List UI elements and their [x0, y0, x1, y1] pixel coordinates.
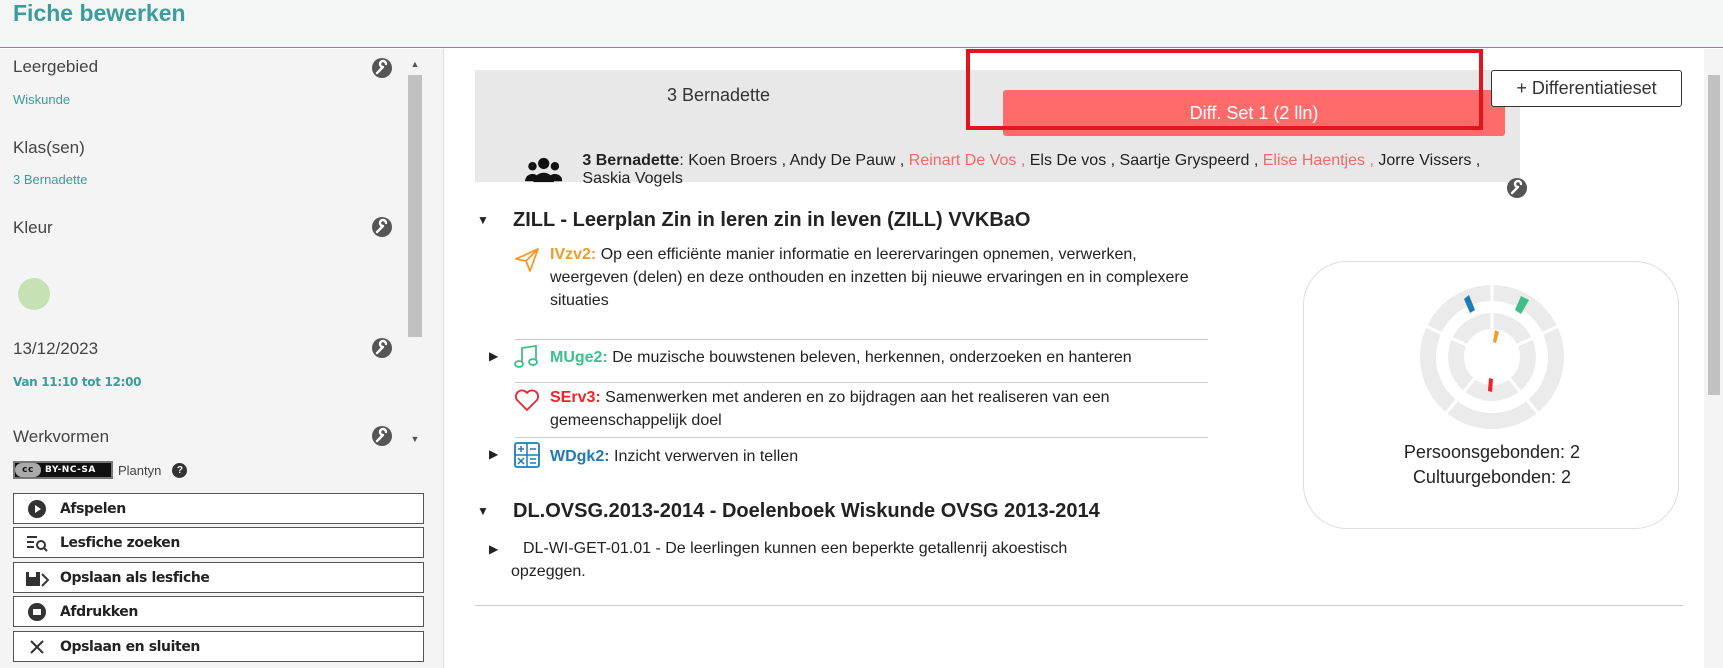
add-differentiatieset-button[interactable]: + Differentiatieset: [1491, 70, 1682, 107]
wrench-icon[interactable]: [371, 57, 393, 79]
student-name: Saartje Gryspeerd ,: [1119, 152, 1259, 169]
top-bar: Fiche bewerken: [0, 0, 1723, 48]
class-name: 3 Bernadette: [582, 152, 680, 169]
calculator-icon: [514, 442, 540, 468]
student-name-highlighted: Reinart De Vos ,: [908, 152, 1026, 169]
section-title: ZILL - Leerplan Zin in leren zin in leve…: [513, 209, 1031, 231]
print-button[interactable]: Afdrukken: [13, 596, 424, 627]
sidebar-scrollbar[interactable]: ▲ ▼: [404, 57, 422, 448]
student-name: Els De vos ,: [1029, 152, 1116, 169]
save-icon: [14, 568, 60, 588]
cultuurgebonden-label: Cultuurgebonden: 2: [1412, 467, 1572, 487]
goal-dl-wi-get: DL-WI-GET-01.01 - De leerlingen kunnen e…: [511, 540, 1068, 580]
goal-ivzv2: IVzv2: Op een efficiënte manier informat…: [550, 246, 1189, 309]
music-note-icon: [514, 344, 538, 368]
scrollbar-thumb[interactable]: [408, 75, 422, 337]
klassen-label: Klas(sen): [13, 138, 85, 157]
class-members: 3 Bernadette: Koen Broers , Andy De Pauw…: [525, 152, 1520, 188]
goals-donut-chart: [1417, 282, 1567, 429]
goal-wdgk2: WDgk2: Inzicht verwerven in tellen: [550, 448, 799, 465]
highlight-frame: [966, 49, 1483, 130]
page-title: Fiche bewerken: [13, 0, 186, 26]
goals-chart-card: Persoonsgebonden: 2 Cultuurgebonden: 2: [1303, 261, 1679, 529]
license-row: cc BY-NC-SA Plantyn ?: [13, 461, 188, 479]
leergebied-value[interactable]: Wiskunde: [13, 92, 70, 107]
print-icon: [14, 602, 60, 622]
expand-toggle-icon[interactable]: ▶: [489, 349, 498, 363]
collapse-toggle-icon[interactable]: ▼: [477, 213, 489, 227]
student-name: Saskia Vogels: [582, 170, 683, 187]
section-title: DL.OVSG.2013-2014 - Doelenboek Wiskunde …: [513, 500, 1100, 522]
kleur-label: Kleur: [13, 218, 53, 237]
close-icon: [14, 638, 60, 656]
main-scrollbar[interactable]: [1704, 49, 1723, 668]
group-icon: [525, 157, 563, 183]
heart-icon: [515, 389, 539, 411]
sidebar: Leergebied Wiskunde Klas(sen) 3 Bernadet…: [0, 49, 444, 668]
wrench-icon[interactable]: [1506, 177, 1528, 199]
wrench-icon[interactable]: [371, 216, 393, 238]
expand-toggle-icon[interactable]: ▶: [489, 447, 498, 461]
persoonsgebonden-label: Persoonsgebonden: 2: [1403, 442, 1581, 462]
license-source: Plantyn: [118, 462, 162, 478]
wrench-icon[interactable]: [371, 337, 393, 359]
play-icon: [14, 499, 60, 519]
save-and-close-button[interactable]: Opslaan en sluiten: [13, 631, 424, 662]
divider: [515, 382, 1208, 383]
divider: [515, 437, 1208, 438]
student-name: Andy De Pauw ,: [789, 152, 905, 169]
klassen-value[interactable]: 3 Bernadette: [13, 172, 87, 187]
paper-plane-icon: [515, 248, 539, 272]
search-list-icon: [14, 533, 60, 553]
wrench-icon[interactable]: [371, 425, 393, 447]
werkvormen-label: Werkvormen: [13, 427, 110, 446]
scroll-down-icon[interactable]: ▼: [408, 434, 422, 448]
tab-class[interactable]: 3 Bernadette: [475, 70, 962, 120]
save-as-lesfiche-button[interactable]: Opslaan als lesfiche: [13, 562, 424, 593]
divider: [475, 605, 1683, 606]
expand-toggle-icon[interactable]: ▶: [489, 542, 498, 556]
student-name-highlighted: Elise Haentjes ,: [1262, 152, 1374, 169]
help-icon[interactable]: ?: [172, 462, 188, 478]
goal-muge2: MUge2: De muzische bouwstenen beleven, h…: [550, 349, 1132, 366]
divider: [515, 339, 1208, 340]
main-content: 3 Bernadette Diff. Set 1 (2 lln) 3 Berna…: [445, 49, 1723, 668]
date-label: 13/12/2023: [13, 339, 99, 358]
student-list: 3 Bernadette: Koen Broers , Andy De Pauw…: [582, 152, 1481, 187]
cc-license-badge: cc BY-NC-SA: [13, 461, 113, 479]
scroll-up-icon[interactable]: ▲: [408, 59, 422, 73]
student-name: Jorre Vissers ,: [1378, 152, 1481, 169]
search-lesfiche-button[interactable]: Lesfiche zoeken: [13, 527, 424, 558]
play-button[interactable]: Afspelen: [13, 493, 424, 524]
segment-ivzv: [1493, 330, 1499, 343]
collapse-toggle-icon[interactable]: ▼: [477, 504, 489, 518]
time-range[interactable]: Van 11:10 tot 12:00: [13, 375, 142, 389]
color-swatch[interactable]: [18, 278, 50, 310]
leergebied-label: Leergebied: [13, 57, 99, 76]
goal-serv3: SErv3: Samenwerken met anderen en zo bij…: [550, 389, 1110, 429]
scrollbar-thumb[interactable]: [1708, 75, 1720, 395]
student-name: Koen Broers ,: [688, 152, 787, 169]
